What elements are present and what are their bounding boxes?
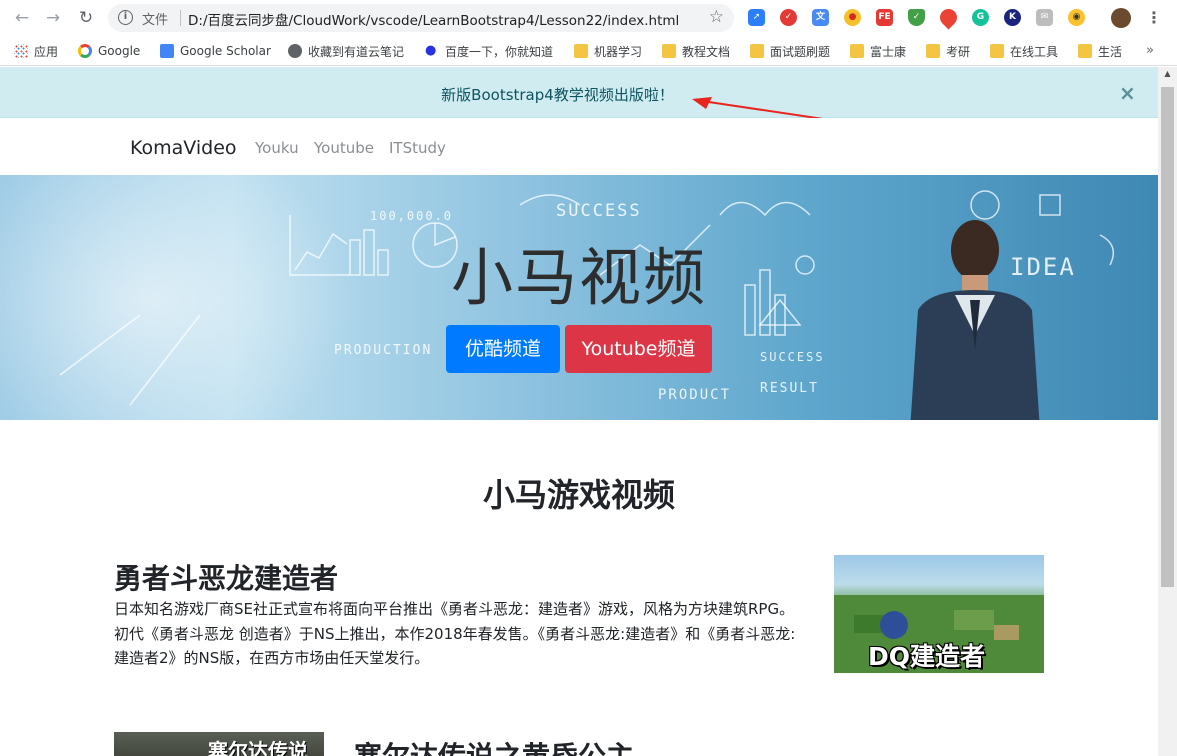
extension-translate-icon[interactable]: 文 [812,9,829,26]
hero-title: 小马视频 [450,241,707,314]
alert-text: 新版Bootstrap4教学视频出版啦！ [441,86,674,104]
nav-link-youku[interactable]: Youku [255,139,299,157]
bookmarks-overflow-icon[interactable]: » [1146,43,1154,58]
extension-mail-icon[interactable]: ✉ [1036,9,1053,26]
media-item-description: 日本知名游戏厂商SE社正式宣布将面向平台推出《勇者斗恶龙：建造者》游戏，风格为方… [114,600,796,667]
nav-link-itstudy[interactable]: ITStudy [389,139,446,157]
media-item-title: 勇者斗恶龙建造者 [114,562,339,595]
thumbnail-caption: 塞尔达传说 [208,739,308,756]
bookmark-google[interactable]: Google [78,42,140,60]
extension-weibo-icon[interactable]: ● [844,9,861,26]
scrollbar-thumb[interactable] [1161,87,1174,587]
omnibox-divider [180,10,181,26]
google-icon [78,44,92,58]
url-text[interactable]: D:/百度云同步盘/CloudWork/vscode/LearnBootstra… [188,9,679,29]
bookmark-folder-foxconn[interactable]: 富士康 [850,42,906,60]
browser-toolbar: ← → ↻ i 文件 D:/百度云同步盘/CloudWork/vscode/Le… [0,0,1177,36]
hero-jumbotron: SUCCESS IDEA PRODUCTION PRODUCT RESULT S… [0,175,1158,420]
media-thumbnail-zelda[interactable]: 塞尔达传说 [114,732,324,756]
address-bar[interactable]: i 文件 D:/百度云同步盘/CloudWork/vscode/LearnBoo… [108,4,734,32]
doodle-production: PRODUCTION [334,343,433,358]
section-title: 小马游戏视频 [482,476,675,514]
forward-arrow-icon[interactable]: → [43,8,63,28]
close-icon[interactable]: × [1119,81,1136,105]
profile-avatar[interactable] [1111,8,1131,28]
extension-owl-icon[interactable]: ◉ [1068,9,1085,26]
file-scheme-label: 文件 [142,13,169,28]
youku-channel-button[interactable]: 优酷频道 [446,325,560,373]
baidu-paw-icon: ● [425,43,437,58]
folder-icon [574,44,588,58]
page-scrollbar[interactable]: ▲ [1158,67,1177,756]
extension-todoist-check-icon[interactable]: ✓ [780,9,797,26]
bookmarks-bar: 应用 Google Google Scholar 收藏到有道云笔记 ● 百度一下… [0,36,1177,66]
extension-map-pin-icon[interactable] [936,5,961,30]
bookmark-star-icon[interactable]: ☆ [709,7,724,27]
reload-icon[interactable]: ↻ [76,8,96,28]
bookmark-folder-interview[interactable]: 面试题刷题 [750,42,830,60]
page-viewport: 新版Bootstrap4教学视频出版啦！ × KomaVideo Youku Y… [0,67,1158,756]
media-item-title: 塞尔达传说之黄昏公主 [354,735,634,756]
globe-icon [288,44,302,58]
folder-icon [662,44,676,58]
doodle-number: 100,000.0 [370,209,454,223]
bookmark-folder-kaoyan[interactable]: 考研 [926,42,970,60]
doodle-success: SUCCESS [556,201,642,221]
bookmark-folder-docs[interactable]: 教程文档 [662,42,730,60]
nav-link-youtube[interactable]: Youtube [314,139,374,157]
doodle-product: PRODUCT [658,387,732,403]
back-arrow-icon[interactable]: ← [12,8,32,28]
extension-grammarly-icon[interactable]: G [972,9,989,26]
extension-fe-icon[interactable]: FE [876,9,893,26]
doodle-success-small: SUCCESS [760,350,825,364]
folder-icon [850,44,864,58]
navbar-brand[interactable]: KomaVideo [130,137,237,159]
extension-shield-icon[interactable]: ✓ [908,9,925,26]
youtube-channel-button[interactable]: Youtube频道 [565,325,712,373]
extension-blue-arrow-icon[interactable]: ➚ [748,9,765,26]
scholar-icon [160,44,174,58]
apps-grid-icon [14,44,28,58]
extension-k-icon[interactable]: K [1004,9,1021,26]
folder-icon [926,44,940,58]
thumbnail-caption: DQ建造者 [868,642,986,671]
bookmark-google-scholar[interactable]: Google Scholar [160,42,271,60]
doodle-result: RESULT [760,381,819,396]
folder-icon [990,44,1004,58]
media-thumbnail-dq-builders[interactable]: DQ建造者 [834,555,1044,673]
bookmark-folder-tools[interactable]: 在线工具 [990,42,1058,60]
folder-icon [1078,44,1092,58]
bookmark-folder-ml[interactable]: 机器学习 [574,42,642,60]
bookmark-youdao[interactable]: 收藏到有道云笔记 [288,42,404,60]
bookmark-baidu[interactable]: ● 百度一下，你就知道 [425,42,553,60]
announcement-alert: 新版Bootstrap4教学视频出版啦！ × [0,67,1158,121]
bookmark-folder-life[interactable]: 生活 [1078,42,1122,60]
scroll-up-icon[interactable]: ▲ [1158,69,1177,83]
browser-menu-icon[interactable]: ⋮ [1146,8,1162,27]
folder-icon [750,44,764,58]
bookmark-apps[interactable]: 应用 [14,42,58,60]
info-icon[interactable]: i [118,10,133,25]
site-navbar: KomaVideo Youku Youtube ITStudy [0,118,1158,175]
